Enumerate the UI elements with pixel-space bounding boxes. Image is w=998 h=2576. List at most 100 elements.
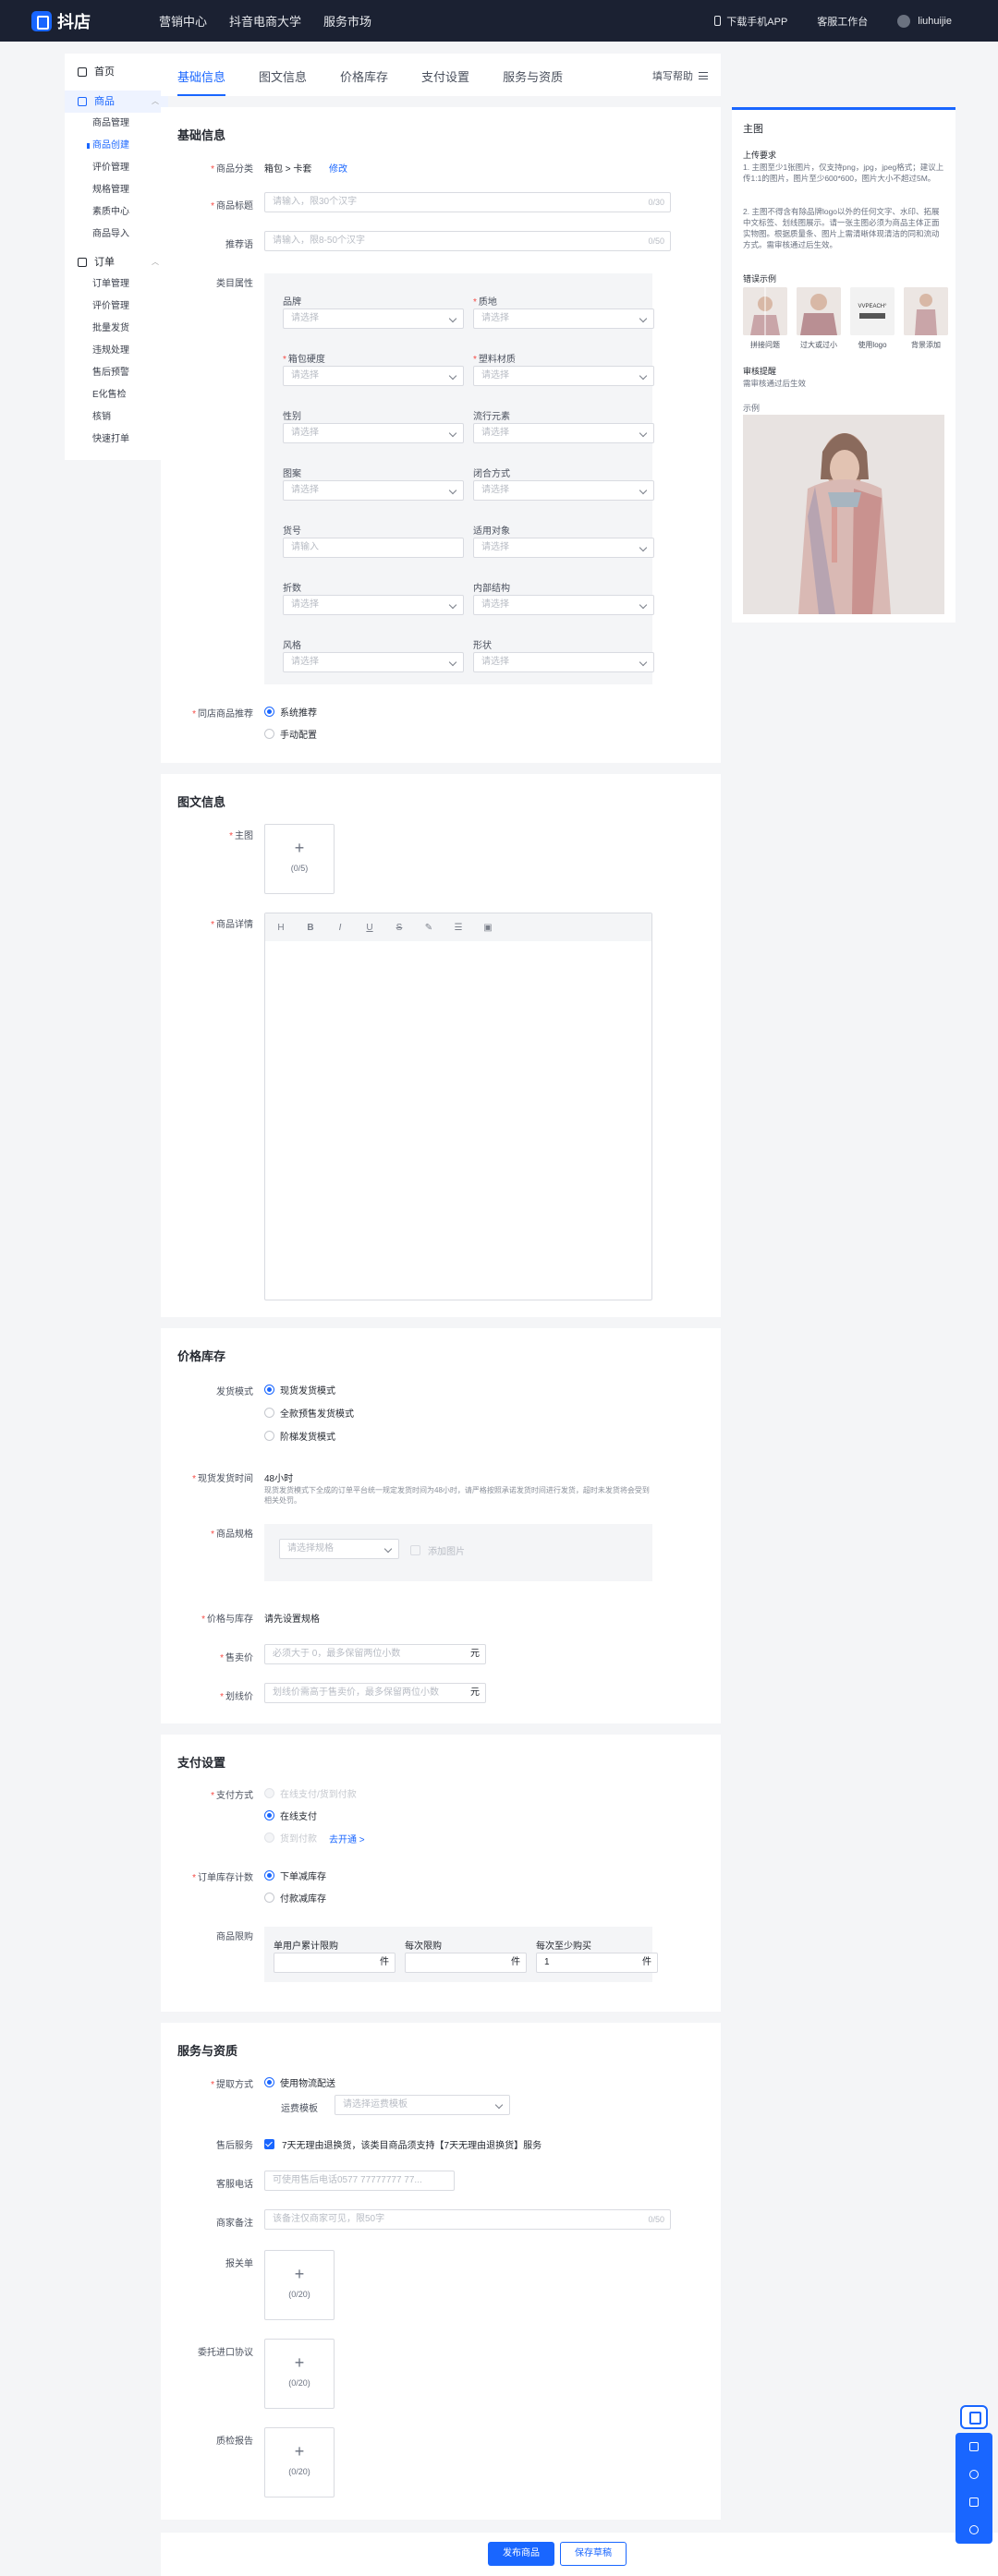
sidebar-item-orders[interactable]: 订单 ︿: [65, 251, 168, 273]
float-action-chat[interactable]: [955, 2488, 992, 2516]
scarf-thumb-icon: [797, 287, 841, 335]
float-action-help[interactable]: [955, 2516, 992, 2544]
download-app-link[interactable]: 下载手机APP: [714, 14, 787, 29]
main-image-upload[interactable]: + (0/5): [264, 824, 335, 894]
recommend-input[interactable]: 请输入，限8-50个汉字 0/50: [264, 231, 671, 251]
italic-icon[interactable]: I: [335, 923, 345, 933]
attr-select[interactable]: 请选择: [283, 652, 464, 672]
fill-help-button[interactable]: 填写帮助: [652, 68, 708, 83]
underline-icon[interactable]: U: [365, 923, 374, 933]
logo[interactable]: 抖店: [31, 9, 142, 33]
sidebar-sub-order-manage[interactable]: 订单管理: [65, 273, 168, 296]
spec-add-image-checkbox[interactable]: 添加图片: [410, 1543, 465, 1557]
float-action-refresh[interactable]: [955, 2461, 992, 2488]
menu-icon: [699, 72, 708, 79]
import-upload[interactable]: + (0/20): [264, 2339, 335, 2409]
attr-select[interactable]: 请选择: [473, 480, 654, 501]
top-nav-marketing[interactable]: 营销中心: [159, 12, 207, 30]
strike-price-input[interactable]: 划线价需高于售卖价，最多保留两位小数 元: [264, 1683, 486, 1703]
customs-upload[interactable]: + (0/20): [264, 2250, 335, 2320]
sidebar-sub-goods-import[interactable]: 商品导入: [65, 224, 168, 246]
sidebar-sub-violation[interactable]: 违规处理: [65, 340, 168, 362]
tab-pay[interactable]: 支付设置: [421, 67, 469, 96]
freight-select[interactable]: 请选择运费模板: [335, 2095, 510, 2115]
user-menu[interactable]: liuhuijie: [897, 14, 952, 28]
image-icon[interactable]: ▣: [483, 923, 493, 933]
sidebar-sub-order-review[interactable]: 评价管理: [65, 296, 168, 318]
bad-example-caption-1: 拼接问题: [750, 341, 780, 349]
radio-pay-cod[interactable]: 货到付款: [264, 1831, 317, 1844]
radio-manual-config[interactable]: 手动配置: [264, 727, 317, 741]
title-input[interactable]: 请输入，限30个汉字 0/30: [264, 192, 671, 212]
detail-editor[interactable]: H B I U S ✎ ☰ ▣: [264, 913, 652, 1300]
quality-upload[interactable]: + (0/20): [264, 2427, 335, 2497]
sidebar-sub-quick-print[interactable]: 快速打单: [65, 429, 168, 451]
attr-select[interactable]: 请选择: [283, 480, 464, 501]
heading-icon[interactable]: H: [276, 923, 286, 933]
attr-select[interactable]: 请选择: [473, 366, 654, 386]
sidebar-item-home[interactable]: 首页: [65, 61, 168, 83]
spec-select[interactable]: 请选择规格: [279, 1539, 399, 1559]
sale-price-input[interactable]: 必须大于 0，最多保留两位小数 元: [264, 1644, 486, 1664]
sidebar-sub-ec-check[interactable]: E化售检: [65, 384, 168, 406]
sidebar-item-goods[interactable]: 商品 ︿: [65, 91, 168, 113]
float-action-guide[interactable]: [955, 2433, 992, 2461]
sidebar-sub-spec-manage[interactable]: 规格管理: [65, 179, 168, 201]
radio-system-recommend[interactable]: 系统推荐: [264, 705, 317, 719]
sidebar-sub-aftersale-warning[interactable]: 售后预警: [65, 362, 168, 384]
top-navigation-bar: 抖店 营销中心 抖音电商大学 服务市场 下载手机APP 客服工作台 liuhui…: [0, 0, 998, 42]
attr-select[interactable]: 请选择: [473, 538, 654, 558]
radio-pay-both[interactable]: 在线支付/货到付款: [264, 1786, 357, 1800]
sidebar-sub-goods-create[interactable]: 商品创建: [65, 135, 168, 157]
top-nav-service-market[interactable]: 服务市场: [323, 12, 371, 30]
radio-pay-deduct[interactable]: 付款减库存: [264, 1891, 326, 1905]
strikethrough-icon[interactable]: S: [395, 923, 404, 933]
sidebar-sub-material-center[interactable]: 素质中心: [65, 201, 168, 224]
attr-select[interactable]: 请选择: [283, 308, 464, 329]
radio-logistics[interactable]: 使用物流配送: [264, 2075, 335, 2089]
radio-ship-tiered[interactable]: 阶梯发货模式: [264, 1429, 335, 1443]
limit-total-input[interactable]: 件: [274, 1953, 396, 1973]
save-draft-button[interactable]: 保存草稿: [560, 2542, 627, 2566]
open-cod-link[interactable]: 去开通 >: [329, 1832, 365, 1845]
attr-select[interactable]: 请选择: [473, 652, 654, 672]
sidebar-sub-goods-manage[interactable]: 商品管理: [65, 113, 168, 135]
pen-icon[interactable]: ✎: [424, 923, 433, 933]
sale-price-placeholder: 必须大于 0，最多保留两位小数: [273, 1649, 401, 1659]
sidebar-sub-review-manage[interactable]: 评价管理: [65, 157, 168, 179]
attr-select[interactable]: 请选择: [473, 595, 654, 615]
tab-price[interactable]: 价格库存: [340, 67, 388, 96]
radio-order-deduct[interactable]: 下单减库存: [264, 1869, 326, 1882]
publish-button[interactable]: 发布商品: [488, 2542, 554, 2566]
sidebar-sub-batch-ship[interactable]: 批量发货: [65, 318, 168, 340]
brand-float-icon[interactable]: [960, 2405, 988, 2429]
radio-ship-presale[interactable]: 全款预售发货模式: [264, 1406, 354, 1420]
category-edit-link[interactable]: 修改: [329, 161, 347, 175]
quality-count: (0/20): [288, 2467, 310, 2476]
radio-dot: [264, 1870, 274, 1881]
attr-label-text: 品牌: [283, 297, 301, 308]
service-desk-link[interactable]: 客服工作台: [817, 14, 868, 29]
attr-select[interactable]: 请选择: [283, 423, 464, 443]
tab-service[interactable]: 服务与资质: [503, 67, 563, 96]
attr-label-text: 折数: [283, 584, 301, 594]
phone-input[interactable]: 可使用售后电话0577 77777777 77...: [264, 2171, 455, 2191]
attr-select[interactable]: 请选择: [283, 595, 464, 615]
after-sale-checkbox[interactable]: 7天无理由退换货，该类目商品须支持【7天无理由退换货】服务: [264, 2137, 542, 2151]
tab-basic[interactable]: 基础信息: [177, 67, 226, 96]
radio-pay-online[interactable]: 在线支付: [264, 1808, 317, 1822]
remark-input[interactable]: 该备注仅商家可见，限50字 0/50: [264, 2209, 671, 2230]
radio-ship-spot[interactable]: 现货发货模式: [264, 1383, 335, 1397]
tab-media[interactable]: 图文信息: [259, 67, 307, 96]
top-nav-university[interactable]: 抖音电商大学: [229, 12, 301, 30]
list-icon[interactable]: ☰: [454, 923, 463, 933]
attr-select[interactable]: 请选择: [473, 423, 654, 443]
limit-min-input[interactable]: 1件: [536, 1953, 658, 1973]
limit-col-each: 每次限购: [405, 1941, 442, 1952]
bold-icon[interactable]: B: [306, 923, 315, 933]
limit-each-input[interactable]: 件: [405, 1953, 527, 1973]
attr-select[interactable]: 请选择: [283, 366, 464, 386]
attr-input[interactable]: 请输入: [283, 538, 464, 558]
attr-select[interactable]: 请选择: [473, 308, 654, 329]
sidebar-sub-verify[interactable]: 核销: [65, 406, 168, 429]
